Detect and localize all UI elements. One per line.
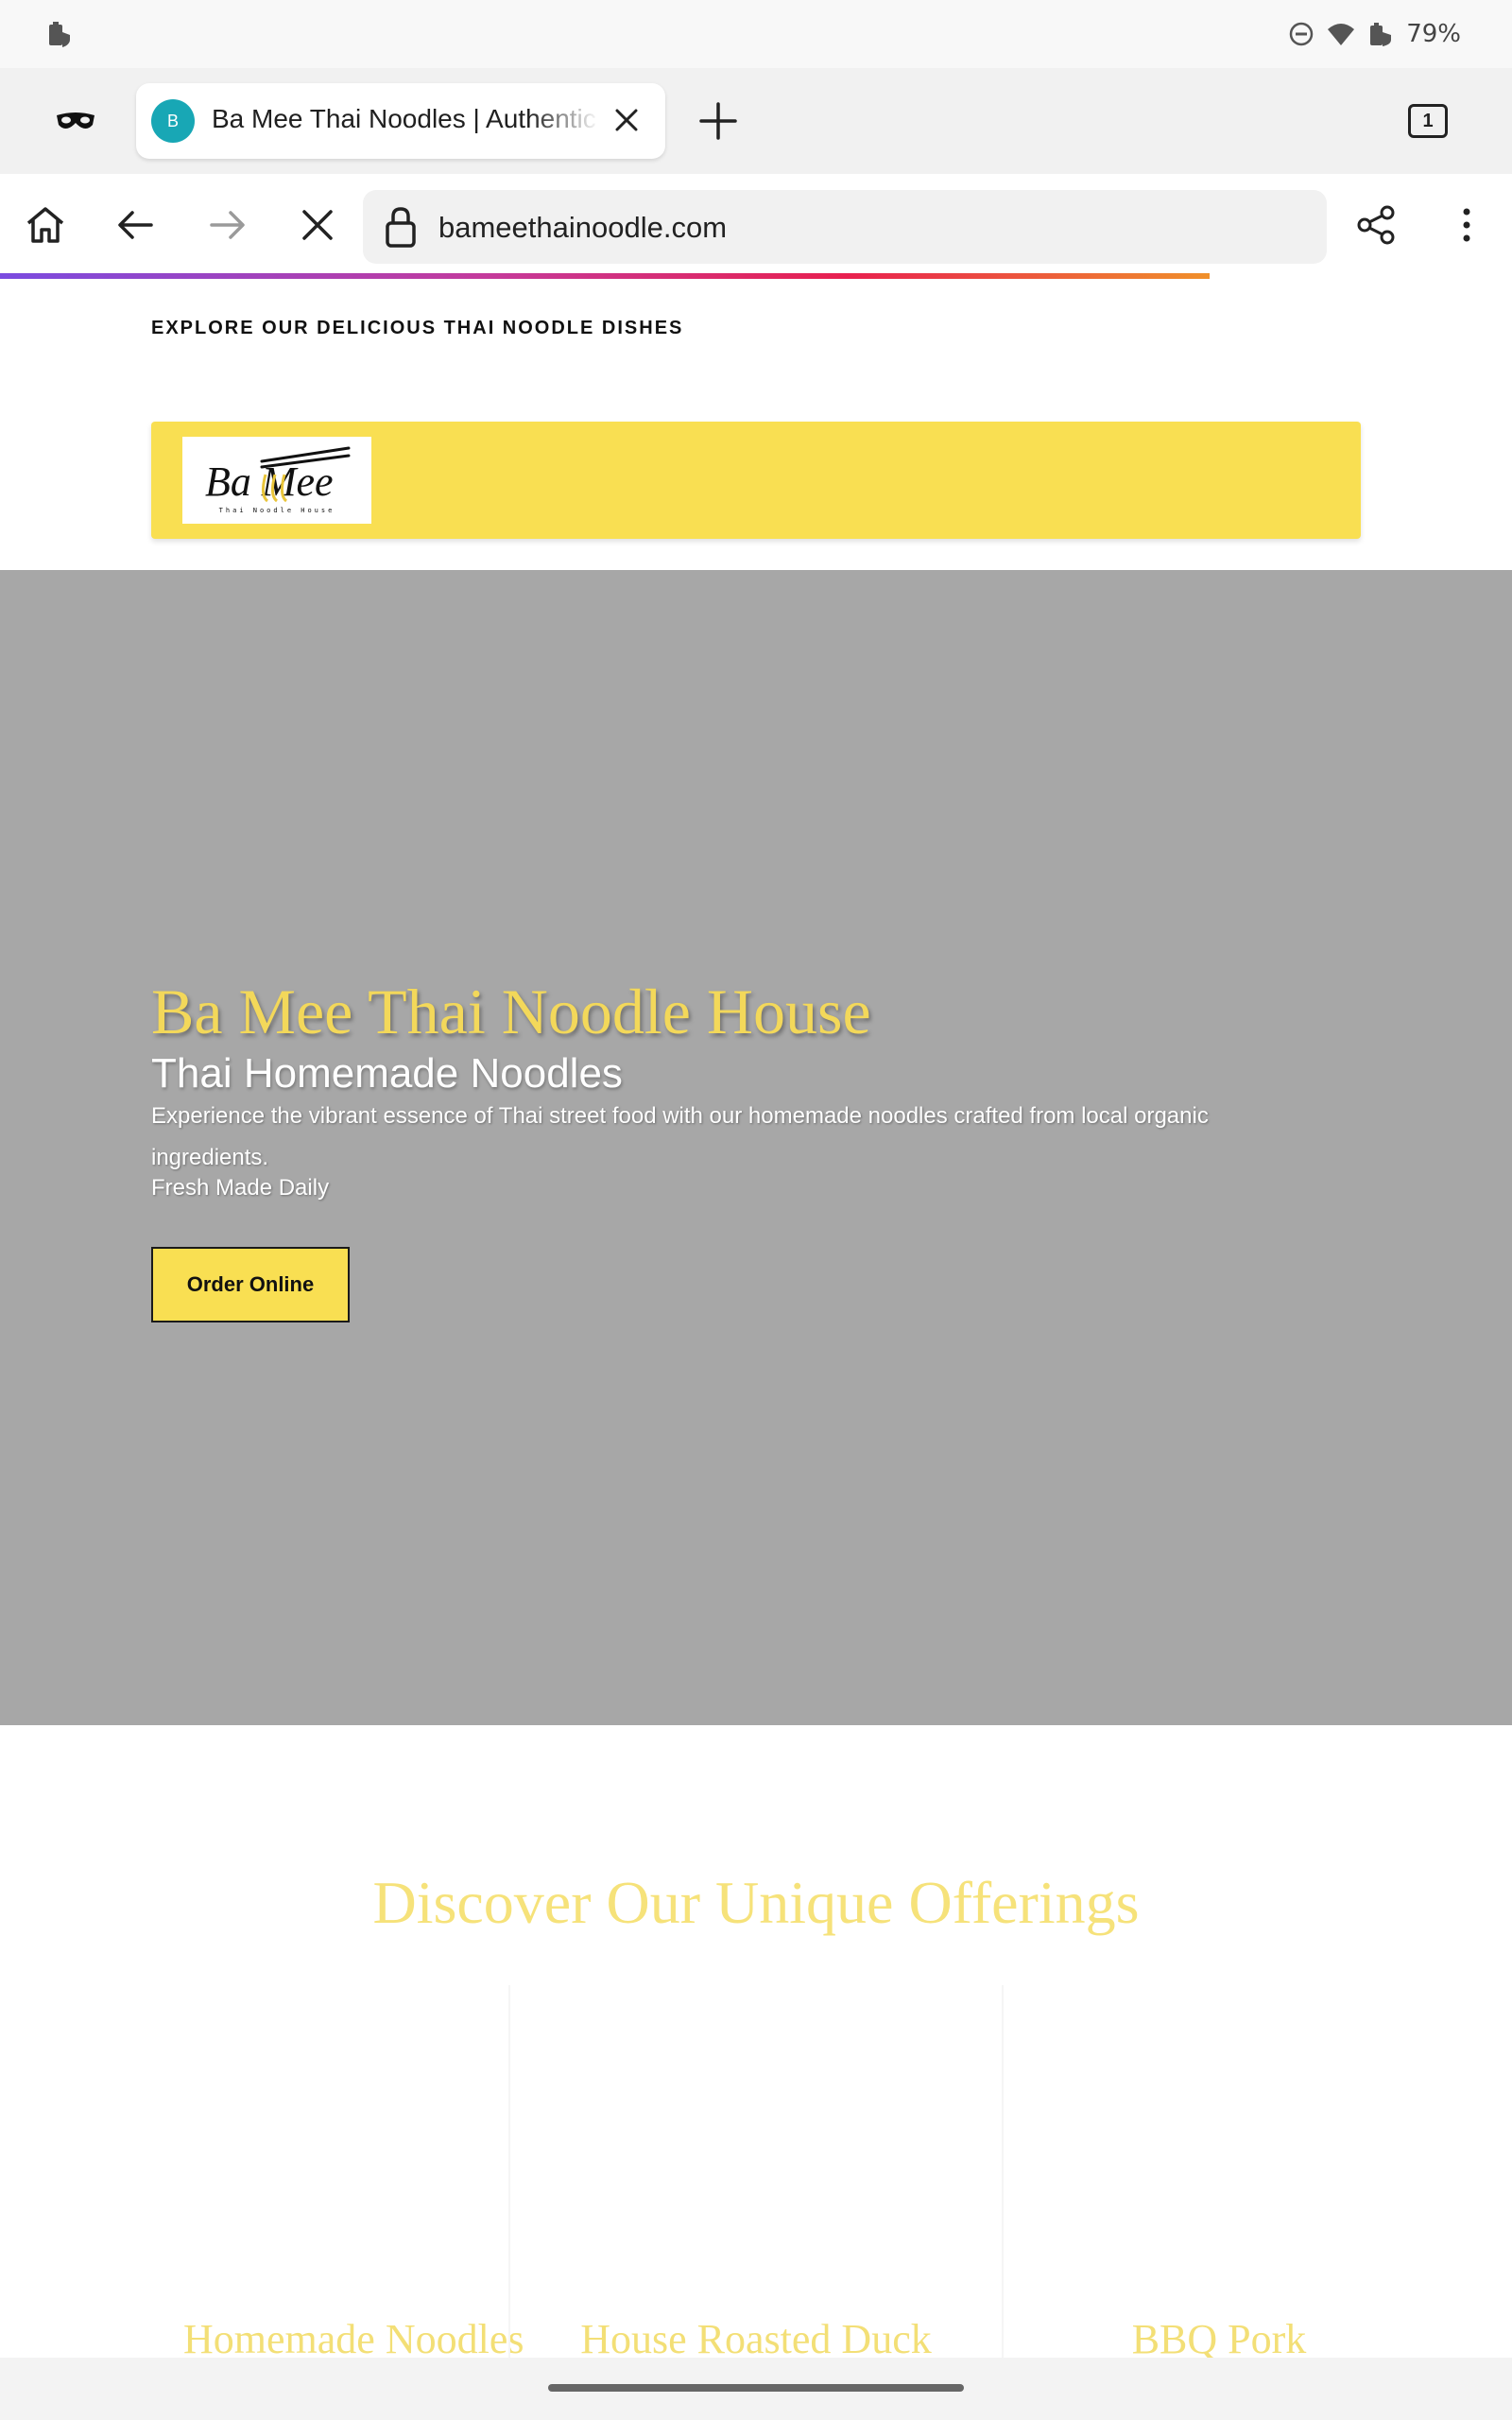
gesture-handle[interactable] <box>548 2384 964 2392</box>
tab-count-button[interactable]: 1 <box>1408 104 1448 138</box>
hero-section: Ba Mee Thai Noodle House Thai Homemade N… <box>0 570 1512 1725</box>
order-online-button[interactable]: Order Online <box>151 1247 350 1322</box>
offering-card[interactable]: House Roasted Duck <box>539 1985 973 2363</box>
offerings-title: Discover Our Unique Offerings <box>372 1869 1140 1936</box>
forward-arrow-icon[interactable] <box>204 202 249 248</box>
back-arrow-icon[interactable] <box>113 202 159 248</box>
incognito-icon[interactable] <box>55 106 96 134</box>
card-divider <box>508 1985 510 2363</box>
security-notification-icon <box>49 22 70 47</box>
active-tab[interactable]: B Ba Mee Thai Noodles | Authentic <box>136 83 665 159</box>
share-icon[interactable] <box>1353 202 1399 248</box>
tab-favicon: B <box>151 99 195 143</box>
url-text: bameethainoodle.com <box>438 211 728 244</box>
offering-card[interactable]: BBQ Pork <box>1004 1985 1435 2363</box>
status-bar: 79% <box>0 0 1512 68</box>
page-tagline: EXPLORE OUR DELICIOUS THAI NOODLE DISHES <box>151 318 684 338</box>
system-navigation-bar <box>0 2358 1512 2420</box>
battery-percentage: 79% <box>1406 20 1461 48</box>
battery-saver-icon <box>1370 23 1392 46</box>
status-icons: 79% <box>1287 17 1461 51</box>
tab-title: Ba Mee Thai Noodles | Authentic <box>212 104 596 133</box>
offerings-cards: Homemade Noodles House Roasted Duck BBQ … <box>0 1985 1512 2363</box>
close-icon[interactable] <box>610 104 643 136</box>
home-icon[interactable] <box>23 202 68 248</box>
wifi-icon <box>1328 24 1355 45</box>
logo-image: Ba Mee Thai Noodle House <box>205 446 351 514</box>
offering-card-label: BBQ Pork <box>1131 2316 1307 2362</box>
hero-title: Ba Mee Thai Noodle House <box>151 976 871 1047</box>
site-header: Ba Mee Thai Noodle House <box>151 422 1361 539</box>
logo-subtext: Thai Noodle House <box>219 507 335 514</box>
page-load-progress-bar <box>0 273 1210 279</box>
do-not-disturb-icon <box>1289 22 1314 46</box>
more-vert-icon[interactable] <box>1444 202 1489 248</box>
tab-strip: B Ba Mee Thai Noodles | Authentic 1 <box>0 68 1512 174</box>
browser-toolbar: bameethainoodle.com <box>0 174 1512 278</box>
hero-description: Experience the vibrant essence of Thai s… <box>151 1103 1209 1170</box>
hero-fresh-text: Fresh Made Daily <box>151 1175 330 1201</box>
lock-icon[interactable] <box>382 205 420 249</box>
hero-subtitle: Thai Homemade Noodles <box>151 1050 623 1097</box>
offering-card-label: House Roasted Duck <box>580 2316 932 2362</box>
offering-card[interactable]: Homemade Noodles <box>0 1985 524 2363</box>
address-bar[interactable]: bameethainoodle.com <box>363 190 1327 264</box>
stop-icon[interactable] <box>295 202 340 248</box>
site-logo[interactable]: Ba Mee Thai Noodle House <box>182 437 371 524</box>
plus-icon[interactable] <box>697 100 739 142</box>
